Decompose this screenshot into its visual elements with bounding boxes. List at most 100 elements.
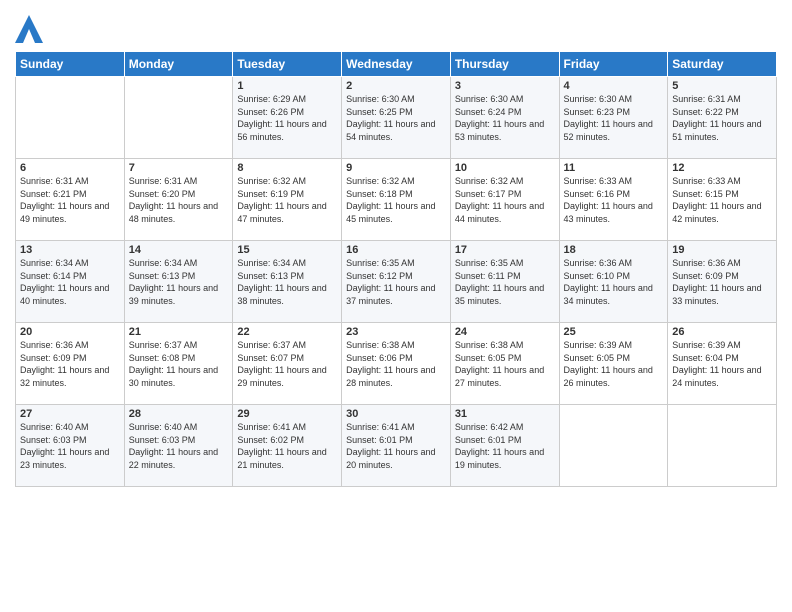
cell-info: Sunrise: 6:38 AM Sunset: 6:06 PM Dayligh…	[346, 339, 446, 389]
cell-info: Sunrise: 6:35 AM Sunset: 6:12 PM Dayligh…	[346, 257, 446, 307]
day-number: 3	[455, 80, 555, 92]
cell-info: Sunrise: 6:31 AM Sunset: 6:22 PM Dayligh…	[672, 93, 772, 143]
day-number: 11	[564, 162, 664, 174]
calendar-cell: 3Sunrise: 6:30 AM Sunset: 6:24 PM Daylig…	[450, 77, 559, 159]
calendar-cell: 12Sunrise: 6:33 AM Sunset: 6:15 PM Dayli…	[668, 159, 777, 241]
day-number: 22	[237, 326, 337, 338]
calendar-cell: 5Sunrise: 6:31 AM Sunset: 6:22 PM Daylig…	[668, 77, 777, 159]
calendar-week-5: 27 Sunrise: 6:40 AM Sunset: 6:03 PM Dayli…	[16, 405, 777, 487]
calendar-cell: 14Sunrise: 6:34 AM Sunset: 6:13 PM Dayli…	[124, 241, 233, 323]
calendar-cell: 26Sunrise: 6:39 AM Sunset: 6:04 PM Dayli…	[668, 323, 777, 405]
calendar-week-2: 6Sunrise: 6:31 AM Sunset: 6:21 PM Daylig…	[16, 159, 777, 241]
day-number: 15	[237, 244, 337, 256]
cell-info: Sunrise: 6:33 AM Sunset: 6:15 PM Dayligh…	[672, 175, 772, 225]
day-number: 1	[237, 80, 337, 92]
calendar-week-1: 1Sunrise: 6:29 AM Sunset: 6:26 PM Daylig…	[16, 77, 777, 159]
day-number: 6	[20, 162, 120, 174]
cell-info: Sunrise: 6:34 AM Sunset: 6:13 PM Dayligh…	[237, 257, 337, 307]
calendar-cell: 21Sunrise: 6:37 AM Sunset: 6:08 PM Dayli…	[124, 323, 233, 405]
calendar-cell	[559, 405, 668, 487]
cell-info: Sunrise: 6:30 AM Sunset: 6:25 PM Dayligh…	[346, 93, 446, 143]
day-number: 5	[672, 80, 772, 92]
calendar-cell: 31Sunrise: 6:42 AM Sunset: 6:01 PM Dayli…	[450, 405, 559, 487]
day-number: 29	[237, 408, 337, 420]
calendar-header-wednesday: Wednesday	[342, 52, 451, 77]
calendar-header-tuesday: Tuesday	[233, 52, 342, 77]
calendar-cell: 8Sunrise: 6:32 AM Sunset: 6:19 PM Daylig…	[233, 159, 342, 241]
calendar-cell: 19Sunrise: 6:36 AM Sunset: 6:09 PM Dayli…	[668, 241, 777, 323]
calendar-week-4: 20Sunrise: 6:36 AM Sunset: 6:09 PM Dayli…	[16, 323, 777, 405]
cell-info: Sunrise: 6:36 AM Sunset: 6:10 PM Dayligh…	[564, 257, 664, 307]
day-number: 16	[346, 244, 446, 256]
cell-info: Sunrise: 6:32 AM Sunset: 6:17 PM Dayligh…	[455, 175, 555, 225]
cell-info: Sunrise: 6:33 AM Sunset: 6:16 PM Dayligh…	[564, 175, 664, 225]
calendar-cell: 29Sunrise: 6:41 AM Sunset: 6:02 PM Dayli…	[233, 405, 342, 487]
day-number: 24	[455, 326, 555, 338]
day-number: 20	[20, 326, 120, 338]
cell-info: Sunrise: 6:35 AM Sunset: 6:11 PM Dayligh…	[455, 257, 555, 307]
calendar-cell: 28Sunrise: 6:40 AM Sunset: 6:03 PM Dayli…	[124, 405, 233, 487]
calendar-cell: 1Sunrise: 6:29 AM Sunset: 6:26 PM Daylig…	[233, 77, 342, 159]
calendar-cell	[668, 405, 777, 487]
calendar-header-saturday: Saturday	[668, 52, 777, 77]
calendar-cell: 11Sunrise: 6:33 AM Sunset: 6:16 PM Dayli…	[559, 159, 668, 241]
day-number: 18	[564, 244, 664, 256]
cell-info: Sunrise: 6:41 AM Sunset: 6:01 PM Dayligh…	[346, 421, 446, 471]
calendar-cell: 23Sunrise: 6:38 AM Sunset: 6:06 PM Dayli…	[342, 323, 451, 405]
calendar-cell: 4Sunrise: 6:30 AM Sunset: 6:23 PM Daylig…	[559, 77, 668, 159]
calendar-header-row: SundayMondayTuesdayWednesdayThursdayFrid…	[16, 52, 777, 77]
calendar-cell: 16Sunrise: 6:35 AM Sunset: 6:12 PM Dayli…	[342, 241, 451, 323]
cell-info: Sunrise: 6:36 AM Sunset: 6:09 PM Dayligh…	[20, 339, 120, 389]
cell-info: Sunrise: 6:30 AM Sunset: 6:23 PM Dayligh…	[564, 93, 664, 143]
calendar-cell: 15Sunrise: 6:34 AM Sunset: 6:13 PM Dayli…	[233, 241, 342, 323]
day-number: 17	[455, 244, 555, 256]
calendar-cell: 7Sunrise: 6:31 AM Sunset: 6:20 PM Daylig…	[124, 159, 233, 241]
cell-info: Sunrise: 6:32 AM Sunset: 6:19 PM Dayligh…	[237, 175, 337, 225]
cell-info: Sunrise: 6:39 AM Sunset: 6:05 PM Dayligh…	[564, 339, 664, 389]
calendar-cell: 17Sunrise: 6:35 AM Sunset: 6:11 PM Dayli…	[450, 241, 559, 323]
day-number: 21	[129, 326, 229, 338]
calendar-cell: 10Sunrise: 6:32 AM Sunset: 6:17 PM Dayli…	[450, 159, 559, 241]
cell-info: Sunrise: 6:37 AM Sunset: 6:07 PM Dayligh…	[237, 339, 337, 389]
calendar-cell: 25Sunrise: 6:39 AM Sunset: 6:05 PM Dayli…	[559, 323, 668, 405]
calendar-header-friday: Friday	[559, 52, 668, 77]
day-number: 31	[455, 408, 555, 420]
main-container: SundayMondayTuesdayWednesdayThursdayFrid…	[0, 0, 792, 612]
logo-icon	[15, 15, 43, 43]
calendar-header-monday: Monday	[124, 52, 233, 77]
day-number: 26	[672, 326, 772, 338]
day-number: 14	[129, 244, 229, 256]
cell-info: Sunrise: 6:42 AM Sunset: 6:01 PM Dayligh…	[455, 421, 555, 471]
calendar-cell: 27Sunrise: 6:40 AM Sunset: 6:03 PM Dayli…	[16, 405, 125, 487]
day-number: 23	[346, 326, 446, 338]
cell-info: Sunrise: 6:41 AM Sunset: 6:02 PM Dayligh…	[237, 421, 337, 471]
day-number: 4	[564, 80, 664, 92]
day-number: 8	[237, 162, 337, 174]
calendar-cell: 2Sunrise: 6:30 AM Sunset: 6:25 PM Daylig…	[342, 77, 451, 159]
calendar-table: SundayMondayTuesdayWednesdayThursdayFrid…	[15, 51, 777, 487]
cell-info: Sunrise: 6:32 AM Sunset: 6:18 PM Dayligh…	[346, 175, 446, 225]
logo	[15, 15, 47, 43]
calendar-header-thursday: Thursday	[450, 52, 559, 77]
day-number: 28	[129, 408, 229, 420]
cell-info: Sunrise: 6:40 AM Sunset: 6:03 PM Dayligh…	[129, 421, 229, 471]
header	[15, 10, 777, 43]
cell-info: Sunrise: 6:38 AM Sunset: 6:05 PM Dayligh…	[455, 339, 555, 389]
cell-info: Sunrise: 6:29 AM Sunset: 6:26 PM Dayligh…	[237, 93, 337, 143]
calendar-week-3: 13Sunrise: 6:34 AM Sunset: 6:14 PM Dayli…	[16, 241, 777, 323]
calendar-cell: 30Sunrise: 6:41 AM Sunset: 6:01 PM Dayli…	[342, 405, 451, 487]
calendar-cell: 20Sunrise: 6:36 AM Sunset: 6:09 PM Dayli…	[16, 323, 125, 405]
day-number: 2	[346, 80, 446, 92]
cell-info: Sunrise: 6:34 AM Sunset: 6:13 PM Dayligh…	[129, 257, 229, 307]
day-number: 27	[20, 408, 120, 420]
calendar-cell: 24Sunrise: 6:38 AM Sunset: 6:05 PM Dayli…	[450, 323, 559, 405]
calendar-cell: 6Sunrise: 6:31 AM Sunset: 6:21 PM Daylig…	[16, 159, 125, 241]
day-number: 7	[129, 162, 229, 174]
calendar-cell	[124, 77, 233, 159]
day-number: 12	[672, 162, 772, 174]
day-number: 13	[20, 244, 120, 256]
cell-info: Sunrise: 6:30 AM Sunset: 6:24 PM Dayligh…	[455, 93, 555, 143]
calendar-cell: 13Sunrise: 6:34 AM Sunset: 6:14 PM Dayli…	[16, 241, 125, 323]
cell-info: Sunrise: 6:37 AM Sunset: 6:08 PM Dayligh…	[129, 339, 229, 389]
cell-info: Sunrise: 6:31 AM Sunset: 6:20 PM Dayligh…	[129, 175, 229, 225]
